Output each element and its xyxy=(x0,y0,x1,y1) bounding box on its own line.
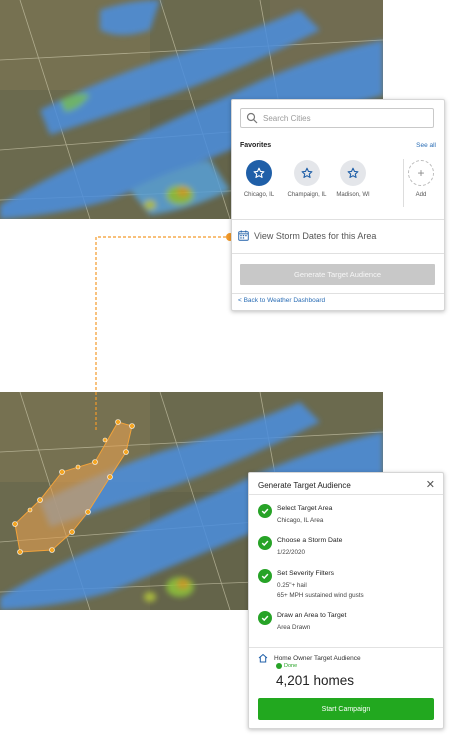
search-input[interactable] xyxy=(263,110,428,126)
generate-target-audience-button[interactable]: Generate Target Audience xyxy=(240,264,435,285)
audience-count: 4,201 homes xyxy=(276,673,355,688)
step-title: Draw an Area to Target xyxy=(277,612,347,619)
divider xyxy=(249,647,443,648)
favorite-label: Champaign, IL xyxy=(287,192,327,198)
star-icon xyxy=(340,160,366,186)
step-title: Choose a Storm Date xyxy=(277,537,343,544)
calendar-icon xyxy=(238,230,249,241)
search-icon xyxy=(246,112,258,124)
favorite-champaign[interactable]: Champaign, IL xyxy=(282,160,332,198)
storm-dates-label: View Storm Dates for this Area xyxy=(254,230,377,241)
back-to-dashboard-link[interactable]: < Back to Weather Dashboard xyxy=(238,297,325,304)
audience-title: Home Owner Target Audience xyxy=(274,654,361,662)
city-search-panel: Favorites See all Chicago, IL Champaign,… xyxy=(231,99,445,311)
house-icon xyxy=(258,653,268,663)
divider xyxy=(249,494,443,495)
start-campaign-button[interactable]: Start Campaign xyxy=(258,698,434,720)
check-icon xyxy=(258,611,272,625)
status-check-icon xyxy=(276,663,282,669)
star-icon xyxy=(246,160,272,186)
step-title: Set Severity Filters xyxy=(277,570,335,577)
step-value: Chicago, IL Area xyxy=(277,517,324,524)
favorite-chicago[interactable]: Chicago, IL xyxy=(234,160,284,198)
step-value: 0.25"+ hail xyxy=(277,582,307,589)
add-favorite-button[interactable]: + Add xyxy=(396,160,446,198)
favorite-label: Chicago, IL xyxy=(243,192,275,198)
divider xyxy=(232,219,444,220)
audience-header: Home Owner Target Audience xyxy=(258,653,361,663)
view-storm-dates-button[interactable]: View Storm Dates for this Area xyxy=(238,230,376,241)
favorite-label: Madison, WI xyxy=(336,192,370,198)
step-value: 1/22/2020 xyxy=(277,549,306,556)
star-icon xyxy=(294,160,320,186)
panel-title: Generate Target Audience xyxy=(258,481,351,490)
plus-icon: + xyxy=(408,160,434,186)
step-title: Select Target Area xyxy=(277,505,333,512)
step-value: Area Drawn xyxy=(277,624,311,631)
close-icon[interactable]: ✕ xyxy=(426,478,435,491)
audience-status-label: Done xyxy=(284,663,298,669)
target-audience-panel: Generate Target Audience ✕ Select Target… xyxy=(248,472,444,729)
divider xyxy=(232,293,444,294)
check-icon xyxy=(258,569,272,583)
step-value: 65+ MPH sustained wind gusts xyxy=(277,592,364,599)
audience-status: Done xyxy=(276,663,297,669)
favorites-title: Favorites xyxy=(240,142,272,149)
add-label: Add xyxy=(415,192,427,198)
search-box[interactable] xyxy=(240,108,434,128)
check-icon xyxy=(258,504,272,518)
check-icon xyxy=(258,536,272,550)
see-all-link[interactable]: See all xyxy=(416,142,436,149)
favorite-madison[interactable]: Madison, WI xyxy=(328,160,378,198)
divider xyxy=(232,253,444,254)
